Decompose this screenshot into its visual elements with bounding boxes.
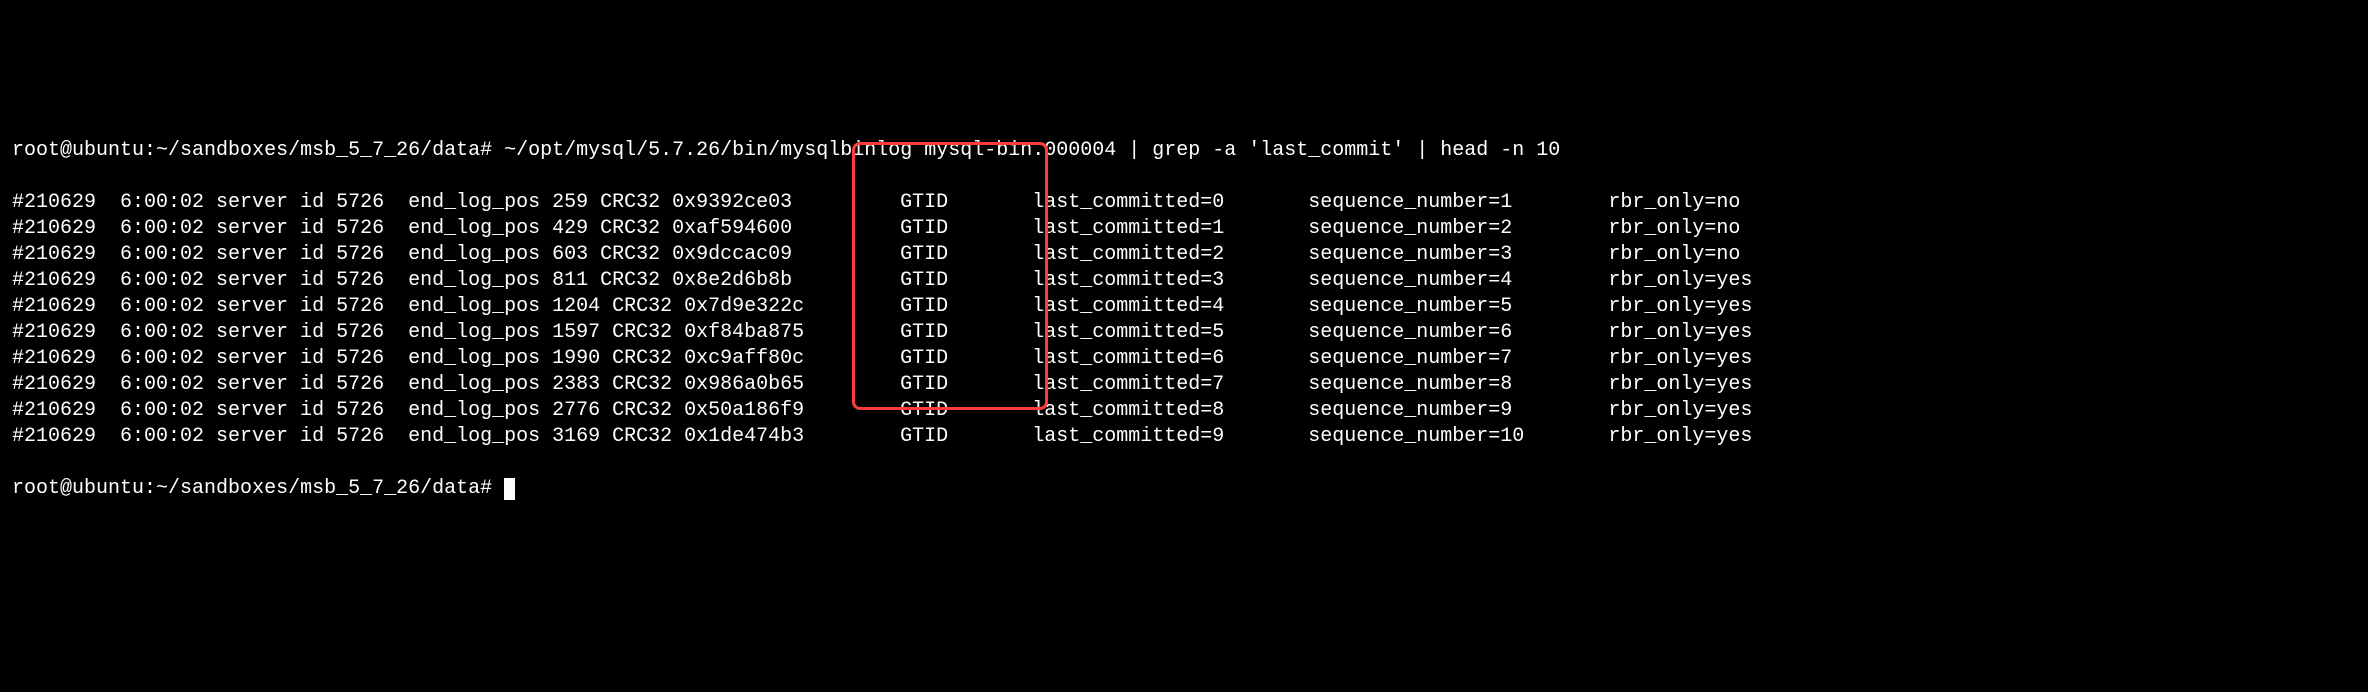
end-log-pos: end_log_pos 1597 CRC32 0xf84ba875	[408, 321, 900, 344]
output-row: #210629 6:00:02 server id 5726 end_log_p…	[12, 190, 2356, 216]
server-id: server id 5726	[216, 321, 408, 344]
rbr-only: rbr_only=yes	[1608, 399, 1752, 422]
command-line[interactable]: root@ubuntu:~/sandboxes/msb_5_7_26/data#…	[12, 138, 2356, 164]
sequence-number: sequence_number=4	[1308, 269, 1608, 292]
cursor-icon	[504, 478, 515, 500]
output-row: #210629 6:00:02 server id 5726 end_log_p…	[12, 216, 2356, 242]
timestamp: #210629 6:00:02	[12, 295, 216, 318]
last-committed: last_committed=4	[1032, 295, 1308, 318]
gtid-label: GTID	[900, 243, 1032, 266]
prompt-symbol-2: #	[480, 477, 492, 500]
timestamp: #210629 6:00:02	[12, 347, 216, 370]
timestamp: #210629 6:00:02	[12, 425, 216, 448]
output-row: #210629 6:00:02 server id 5726 end_log_p…	[12, 398, 2356, 424]
sequence-number: sequence_number=1	[1308, 191, 1608, 214]
last-committed: last_committed=3	[1032, 269, 1308, 292]
timestamp: #210629 6:00:02	[12, 243, 216, 266]
rbr-only: rbr_only=yes	[1608, 425, 1752, 448]
last-committed: last_committed=5	[1032, 321, 1308, 344]
last-committed: last_committed=2	[1032, 243, 1308, 266]
gtid-label: GTID	[900, 295, 1032, 318]
server-id: server id 5726	[216, 243, 408, 266]
end-log-pos: end_log_pos 603 CRC32 0x9dccac09	[408, 243, 900, 266]
sequence-number: sequence_number=2	[1308, 217, 1608, 240]
timestamp: #210629 6:00:02	[12, 191, 216, 214]
last-committed: last_committed=7	[1032, 373, 1308, 396]
sequence-number: sequence_number=8	[1308, 373, 1608, 396]
gtid-label: GTID	[900, 373, 1032, 396]
rbr-only: rbr_only=yes	[1608, 373, 1752, 396]
rbr-only: rbr_only=no	[1608, 217, 1740, 240]
sequence-number: sequence_number=7	[1308, 347, 1608, 370]
sequence-number: sequence_number=10	[1308, 425, 1608, 448]
gtid-label: GTID	[900, 191, 1032, 214]
rbr-only: rbr_only=yes	[1608, 269, 1752, 292]
output-row: #210629 6:00:02 server id 5726 end_log_p…	[12, 294, 2356, 320]
end-log-pos: end_log_pos 1990 CRC32 0xc9aff80c	[408, 347, 900, 370]
server-id: server id 5726	[216, 217, 408, 240]
output-row: #210629 6:00:02 server id 5726 end_log_p…	[12, 268, 2356, 294]
rbr-only: rbr_only=no	[1608, 243, 1740, 266]
timestamp: #210629 6:00:02	[12, 321, 216, 344]
output-row: #210629 6:00:02 server id 5726 end_log_p…	[12, 372, 2356, 398]
gtid-label: GTID	[900, 269, 1032, 292]
rbr-only: rbr_only=no	[1608, 191, 1740, 214]
end-log-pos: end_log_pos 259 CRC32 0x9392ce03	[408, 191, 900, 214]
server-id: server id 5726	[216, 347, 408, 370]
end-log-pos: end_log_pos 3169 CRC32 0x1de474b3	[408, 425, 900, 448]
prompt-path-2: ~/sandboxes/msb_5_7_26/data	[156, 477, 480, 500]
sequence-number: sequence_number=9	[1308, 399, 1608, 422]
server-id: server id 5726	[216, 295, 408, 318]
last-committed: last_committed=0	[1032, 191, 1308, 214]
server-id: server id 5726	[216, 399, 408, 422]
sequence-number: sequence_number=5	[1308, 295, 1608, 318]
gtid-label: GTID	[900, 217, 1032, 240]
rbr-only: rbr_only=yes	[1608, 321, 1752, 344]
end-log-pos: end_log_pos 2383 CRC32 0x986a0b65	[408, 373, 900, 396]
last-committed: last_committed=1	[1032, 217, 1308, 240]
output-row: #210629 6:00:02 server id 5726 end_log_p…	[12, 424, 2356, 450]
gtid-label: GTID	[900, 321, 1032, 344]
last-committed: last_committed=9	[1032, 425, 1308, 448]
command-text: ~/opt/mysql/5.7.26/bin/mysqlbinlog mysql…	[504, 139, 1560, 162]
sequence-number: sequence_number=6	[1308, 321, 1608, 344]
server-id: server id 5726	[216, 425, 408, 448]
sequence-number: sequence_number=3	[1308, 243, 1608, 266]
end-log-pos: end_log_pos 2776 CRC32 0x50a186f9	[408, 399, 900, 422]
last-committed: last_committed=8	[1032, 399, 1308, 422]
gtid-label: GTID	[900, 425, 1032, 448]
output-row: #210629 6:00:02 server id 5726 end_log_p…	[12, 346, 2356, 372]
server-id: server id 5726	[216, 269, 408, 292]
timestamp: #210629 6:00:02	[12, 373, 216, 396]
output-row: #210629 6:00:02 server id 5726 end_log_p…	[12, 320, 2356, 346]
last-committed: last_committed=6	[1032, 347, 1308, 370]
end-log-pos: end_log_pos 811 CRC32 0x8e2d6b8b	[408, 269, 900, 292]
prompt-line-2[interactable]: root@ubuntu:~/sandboxes/msb_5_7_26/data#	[12, 476, 2356, 502]
prompt-user-host-2: root@ubuntu	[12, 477, 144, 500]
prompt-symbol: #	[480, 139, 492, 162]
output-row: #210629 6:00:02 server id 5726 end_log_p…	[12, 242, 2356, 268]
gtid-label: GTID	[900, 399, 1032, 422]
prompt-path: ~/sandboxes/msb_5_7_26/data	[156, 139, 480, 162]
end-log-pos: end_log_pos 1204 CRC32 0x7d9e322c	[408, 295, 900, 318]
rbr-only: rbr_only=yes	[1608, 295, 1752, 318]
timestamp: #210629 6:00:02	[12, 217, 216, 240]
terminal-output: root@ubuntu:~/sandboxes/msb_5_7_26/data#…	[12, 112, 2356, 554]
prompt-user-host: root@ubuntu	[12, 139, 144, 162]
timestamp: #210629 6:00:02	[12, 399, 216, 422]
output-rows: #210629 6:00:02 server id 5726 end_log_p…	[12, 190, 2356, 450]
rbr-only: rbr_only=yes	[1608, 347, 1752, 370]
end-log-pos: end_log_pos 429 CRC32 0xaf594600	[408, 217, 900, 240]
gtid-label: GTID	[900, 347, 1032, 370]
timestamp: #210629 6:00:02	[12, 269, 216, 292]
server-id: server id 5726	[216, 191, 408, 214]
server-id: server id 5726	[216, 373, 408, 396]
